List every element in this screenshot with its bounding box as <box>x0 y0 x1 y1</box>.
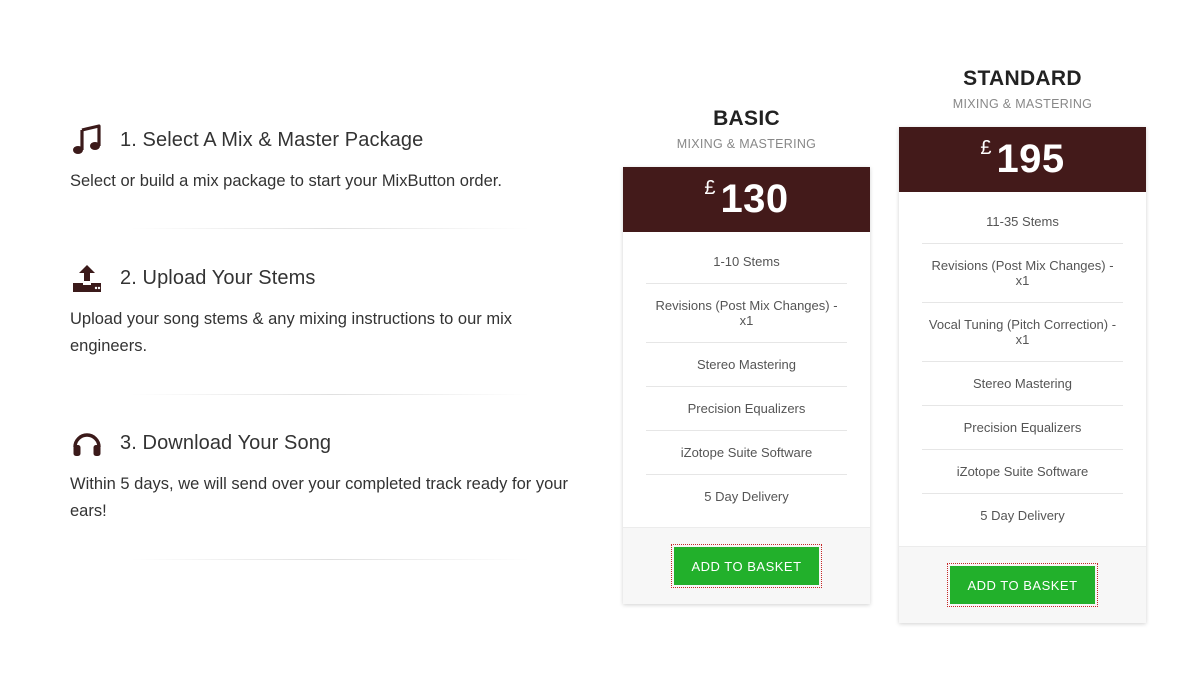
divider <box>130 394 530 395</box>
price-amount: 195 <box>996 137 1065 181</box>
feature-item: iZotope Suite Software <box>646 431 847 475</box>
divider <box>130 228 530 229</box>
music-note-icon <box>70 123 104 157</box>
feature-item: 5 Day Delivery <box>980 508 1065 523</box>
card-footer: ADD TO BASKET <box>623 527 870 604</box>
price-band: £ 195 <box>899 127 1146 192</box>
step-description: Select or build a mix package to start y… <box>70 172 502 190</box>
feature-item: Vocal Tuning (Pitch Correction) - x1 <box>922 303 1123 362</box>
headphones-icon <box>70 426 104 460</box>
plan-standard: STANDARD MIXING & MASTERING £ 195 11-35 … <box>899 67 1146 623</box>
step-select-package: 1. Select A Mix & Master Package Select … <box>70 122 590 195</box>
plan-basic: BASIC MIXING & MASTERING £ 130 1-10 Stem… <box>623 107 870 604</box>
price-band: £ 130 <box>623 167 870 232</box>
feature-list: 11-35 Stems Revisions (Post Mix Changes)… <box>899 192 1146 537</box>
feature-item: Precision Equalizers <box>646 387 847 431</box>
feature-item: 1-10 Stems <box>646 240 847 284</box>
feature-item: 5 Day Delivery <box>704 489 789 504</box>
plan-name: BASIC <box>713 107 780 130</box>
pricing-card: £ 130 1-10 Stems Revisions (Post Mix Cha… <box>623 167 870 604</box>
step-title: 1. Select A Mix & Master Package <box>120 128 424 151</box>
currency-symbol: £ <box>980 137 992 159</box>
feature-item: iZotope Suite Software <box>922 450 1123 494</box>
feature-item: Stereo Mastering <box>922 362 1123 406</box>
feature-item: Revisions (Post Mix Changes) - x1 <box>646 284 847 343</box>
step-download-song: 3. Download Your Song Within 5 days, we … <box>70 425 590 525</box>
step-description: Upload your song stems & any mixing inst… <box>70 310 513 355</box>
feature-item: Revisions (Post Mix Changes) - x1 <box>922 244 1123 303</box>
step-title: 2. Upload Your Stems <box>120 266 316 289</box>
price-amount: 130 <box>720 177 789 221</box>
plan-name: STANDARD <box>963 67 1082 90</box>
plan-subtitle: MIXING & MASTERING <box>952 97 1093 111</box>
add-to-basket-button-basic[interactable]: ADD TO BASKET <box>671 544 822 588</box>
currency-symbol: £ <box>704 177 716 199</box>
card-footer: ADD TO BASKET <box>899 546 1146 623</box>
feature-item: Precision Equalizers <box>922 406 1123 450</box>
divider <box>130 559 530 560</box>
feature-item: 11-35 Stems <box>922 200 1123 244</box>
feature-item: Stereo Mastering <box>646 343 847 387</box>
step-title: 3. Download Your Song <box>120 431 332 454</box>
feature-list: 1-10 Stems Revisions (Post Mix Changes) … <box>623 232 870 518</box>
upload-icon <box>70 261 104 295</box>
pricing-card: £ 195 11-35 Stems Revisions (Post Mix Ch… <box>899 127 1146 623</box>
plan-subtitle: MIXING & MASTERING <box>676 137 817 151</box>
step-upload-stems: 2. Upload Your Stems Upload your song st… <box>70 260 590 360</box>
add-to-basket-button-standard[interactable]: ADD TO BASKET <box>947 563 1098 607</box>
step-description: Within 5 days, we will send over your co… <box>70 475 568 520</box>
